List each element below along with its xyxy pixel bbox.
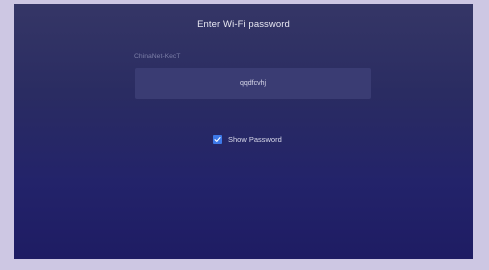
password-input[interactable]: qqdfcvhj (135, 68, 371, 99)
dialog-title: Enter Wi-Fi password (197, 19, 290, 30)
show-password-toggle[interactable]: Show Password (213, 135, 282, 144)
network-name-label: ChinaNet-KecT (134, 53, 181, 60)
check-icon (214, 137, 221, 142)
wifi-password-dialog: Enter Wi-Fi password ChinaNet-KecT qqdfc… (14, 4, 473, 259)
show-password-label: Show Password (228, 135, 282, 144)
show-password-checkbox[interactable] (213, 135, 222, 144)
password-value: qqdfcvhj (239, 80, 267, 87)
